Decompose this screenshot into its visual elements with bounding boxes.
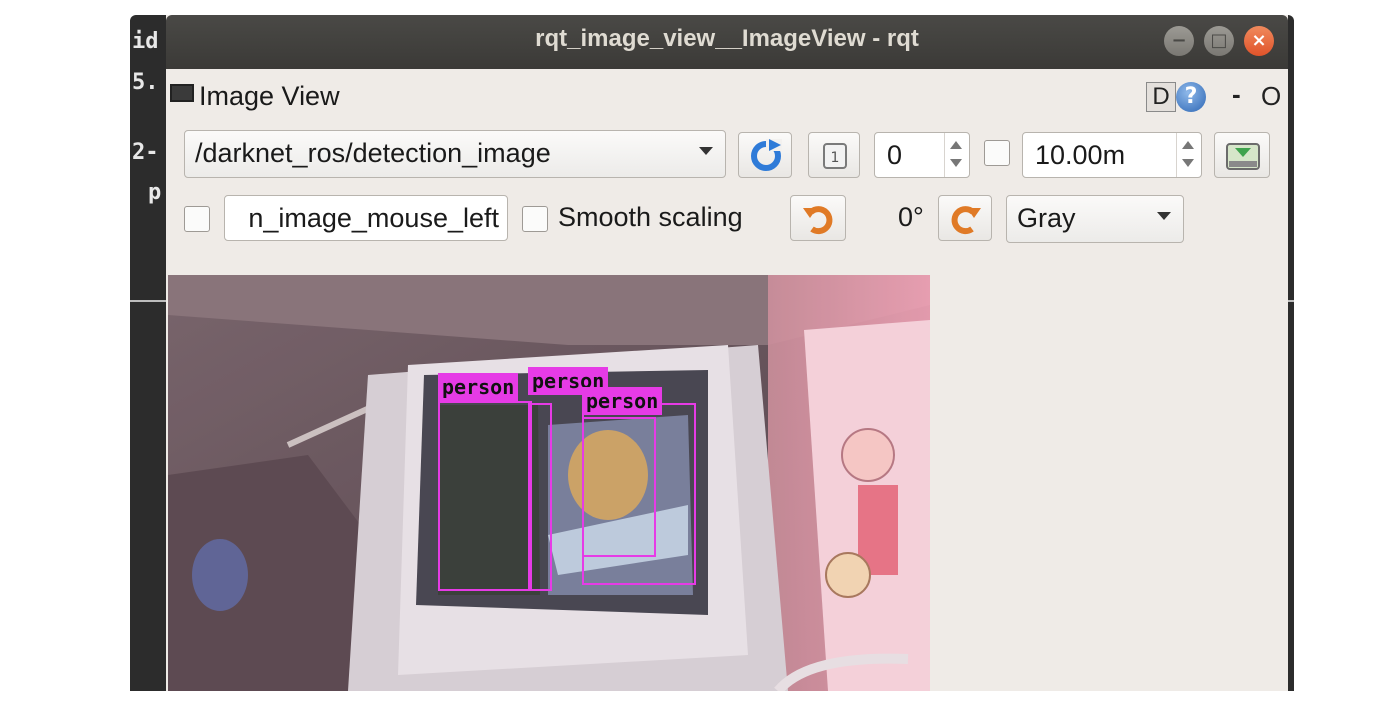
detection-label: person bbox=[438, 373, 519, 401]
svg-text:1: 1 bbox=[831, 150, 840, 166]
terminal-text-line: 2- bbox=[132, 140, 159, 165]
max-range-spin[interactable]: 10.00m bbox=[1022, 132, 1202, 178]
zoom-original-button[interactable]: 1 bbox=[808, 132, 860, 178]
dock-close-button[interactable]: O bbox=[1261, 81, 1281, 112]
detection-box bbox=[438, 401, 532, 591]
topic-value: /darknet_ros/detection_image bbox=[195, 138, 551, 168]
spin-arrows[interactable] bbox=[1179, 137, 1197, 173]
spin-separator bbox=[1176, 133, 1177, 177]
rqt-window: rqt_image_view__ImageView - rqt − □ × Im… bbox=[166, 15, 1288, 691]
desktop: id 5. 2- p rqt_image_view__ImageView - r… bbox=[0, 0, 1386, 706]
rotation-value: 0° bbox=[898, 202, 924, 232]
spin-up-icon[interactable] bbox=[1182, 141, 1194, 149]
terminal-text-line: 5. bbox=[132, 70, 159, 95]
zoom-original-icon: 1 bbox=[823, 143, 847, 169]
mouse-publish-checkbox[interactable] bbox=[184, 206, 210, 232]
topic-select[interactable]: /darknet_ros/detection_image bbox=[184, 130, 726, 178]
rotate-left-button[interactable] bbox=[790, 195, 846, 241]
rotate-right-icon bbox=[951, 206, 981, 235]
smooth-scaling-label: Smooth scaling bbox=[558, 202, 743, 232]
mouse-topic-input[interactable]: n_image_mouse_left bbox=[224, 195, 508, 241]
spin-up-icon[interactable] bbox=[950, 141, 962, 149]
dynamic-range-checkbox[interactable] bbox=[984, 140, 1010, 166]
dock-title: Image View bbox=[199, 81, 340, 111]
chevron-down-icon bbox=[699, 147, 713, 155]
color-scheme-select[interactable]: Gray bbox=[1006, 195, 1184, 243]
dock-toggle-icon[interactable] bbox=[170, 84, 194, 102]
terminal-divider bbox=[130, 300, 170, 302]
spin-value: 0 bbox=[887, 140, 903, 170]
spin-down-icon[interactable] bbox=[1182, 159, 1194, 167]
detection-label: person bbox=[582, 387, 663, 415]
save-image-icon bbox=[1226, 143, 1260, 170]
smooth-scaling-checkbox[interactable] bbox=[522, 206, 548, 232]
image-display[interactable]: person person person bbox=[168, 275, 930, 691]
window-title: rqt_image_view__ImageView - rqt bbox=[535, 25, 919, 52]
max-range-value: 10.00m bbox=[1035, 140, 1126, 170]
minimize-button[interactable]: − bbox=[1164, 26, 1194, 56]
color-scheme-value: Gray bbox=[1017, 203, 1076, 233]
terminal-text-line: id bbox=[132, 29, 159, 54]
rotate-right-button[interactable] bbox=[938, 195, 992, 241]
rotate-left-icon bbox=[803, 206, 833, 235]
dock-minimize-button[interactable]: - bbox=[1232, 79, 1241, 110]
help-icon[interactable]: ? bbox=[1176, 82, 1206, 112]
spin-arrows[interactable] bbox=[947, 137, 965, 173]
detection-box bbox=[582, 417, 656, 557]
refresh-button[interactable] bbox=[738, 132, 792, 178]
detection-box bbox=[528, 403, 552, 591]
spin-down-icon[interactable] bbox=[950, 159, 962, 167]
maximize-button[interactable]: □ bbox=[1204, 26, 1234, 56]
close-button[interactable]: × bbox=[1244, 26, 1274, 56]
spin-box[interactable]: 0 bbox=[874, 132, 970, 178]
refresh-icon bbox=[751, 139, 782, 171]
title-bar[interactable]: rqt_image_view__ImageView - rqt − □ × bbox=[166, 15, 1288, 69]
save-image-button[interactable] bbox=[1214, 132, 1270, 178]
spin-separator bbox=[944, 133, 945, 177]
terminal-text-line: p bbox=[148, 180, 162, 205]
chevron-down-icon bbox=[1157, 212, 1171, 220]
dock-d-button[interactable]: D bbox=[1146, 82, 1176, 112]
mouse-topic-value: n_image_mouse_left bbox=[248, 203, 499, 233]
